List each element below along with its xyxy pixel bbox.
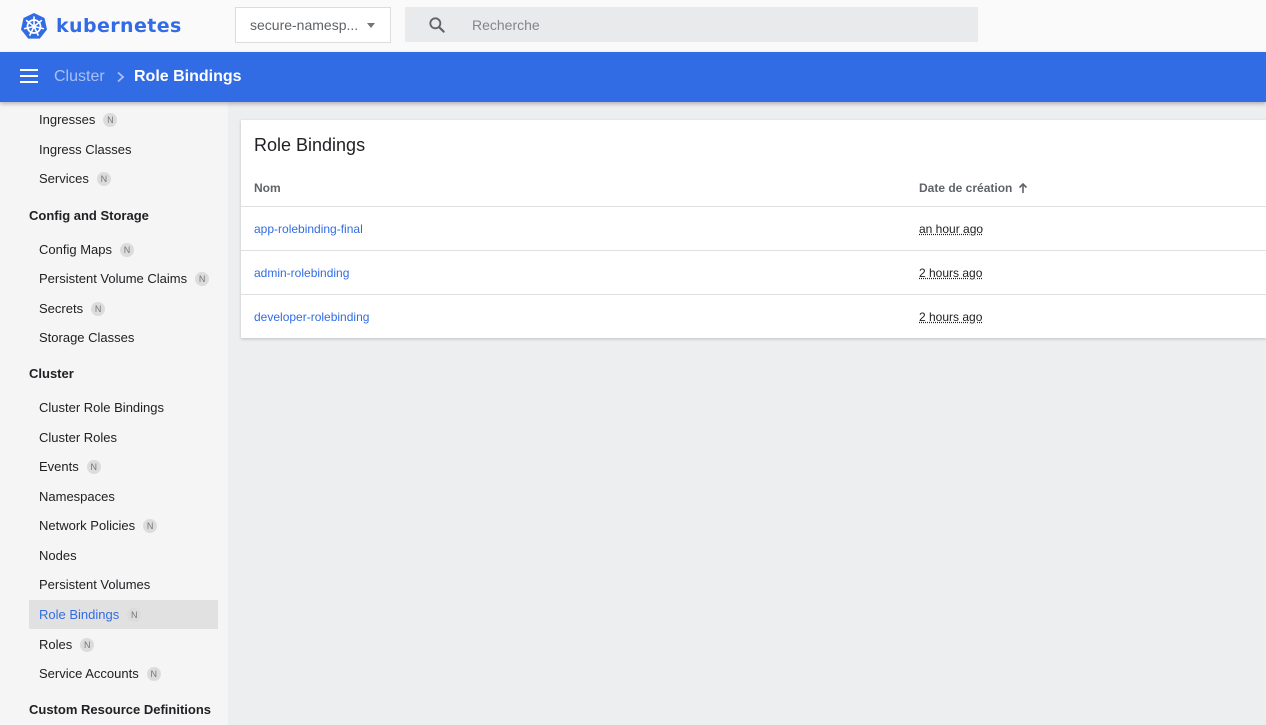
sidebar-item-label: Role Bindings xyxy=(39,607,120,622)
sidebar-item-role-bindings[interactable]: Role Bindings N xyxy=(29,600,218,629)
created-time: 2 hours ago xyxy=(919,310,983,324)
dropdown-caret-icon xyxy=(367,23,375,28)
top-bar: kubernetes secure-namesp... xyxy=(0,0,1266,52)
sidebar-item-services[interactable]: Services N xyxy=(29,164,218,193)
sidebar-item-service-accounts[interactable]: Service Accounts N xyxy=(29,659,218,688)
app-name: kubernetes xyxy=(56,15,182,37)
namespaced-badge: N xyxy=(80,637,95,652)
sort-arrow-up-icon[interactable] xyxy=(1017,182,1029,194)
sidebar-item-ingress-classes[interactable]: Ingress Classes xyxy=(29,135,218,164)
table-row: developer-rolebinding 2 hours ago xyxy=(241,294,1266,338)
created-time: an hour ago xyxy=(919,222,984,236)
table-row: app-rolebinding-final an hour ago xyxy=(241,206,1266,250)
sidebar-item-label: Persistent Volume Claims xyxy=(39,271,188,286)
namespace-select-value: secure-namesp... xyxy=(250,17,359,33)
sidebar-item-config-maps[interactable]: Config Maps N xyxy=(29,235,218,264)
sidebar-item-label: Namespaces xyxy=(39,489,115,504)
sidebar-item-label: Persistent Volumes xyxy=(39,577,151,592)
sidebar-item-label: Cluster Roles xyxy=(39,430,118,445)
namespaced-badge: N xyxy=(127,607,142,622)
breadcrumb-current: Role Bindings xyxy=(134,68,242,85)
menu-icon[interactable] xyxy=(20,69,38,83)
namespaced-badge: N xyxy=(119,242,134,257)
column-header-name[interactable]: Nom xyxy=(254,181,281,195)
sidebar-item-label: Cluster Role Bindings xyxy=(39,400,165,415)
sidebar-item-label: Config Maps xyxy=(39,242,112,257)
sidebar-item-ingresses[interactable]: Ingresses N xyxy=(29,105,218,134)
toolbar: Cluster Role Bindings xyxy=(0,52,1266,102)
namespaced-badge: N xyxy=(103,112,118,127)
search-icon xyxy=(429,16,445,33)
namespaced-badge: N xyxy=(146,666,161,681)
sidebar-item-label: Network Policies xyxy=(39,518,136,533)
sidebar-item-cluster-role-bindings[interactable]: Cluster Role Bindings xyxy=(29,393,218,422)
role-binding-link[interactable]: admin-rolebinding xyxy=(254,266,349,280)
sidebar-item-label: Roles xyxy=(39,637,73,652)
breadcrumb-cluster[interactable]: Cluster xyxy=(54,68,105,86)
sidebar: Ingresses N Ingress Classes Services N Con… xyxy=(0,102,228,725)
search-bar[interactable] xyxy=(405,7,978,42)
card-title: Role Bindings xyxy=(254,135,366,155)
sidebar-group-cluster: Cluster xyxy=(29,366,74,381)
column-header-created[interactable]: Date de création xyxy=(919,181,1029,195)
sidebar-group-config-storage: Config and Storage xyxy=(29,208,149,223)
sidebar-item-label: Secrets xyxy=(39,301,84,316)
sidebar-item-label: Ingresses xyxy=(39,112,96,127)
table-row: admin-rolebinding 2 hours ago xyxy=(241,250,1266,294)
search-input[interactable] xyxy=(472,16,952,33)
namespaced-badge: N xyxy=(96,171,111,186)
namespaced-badge: N xyxy=(143,518,158,533)
namespaced-badge: N xyxy=(86,459,101,474)
sidebar-item-label: Events xyxy=(39,459,79,474)
sidebar-item-network-policies[interactable]: Network Policies N xyxy=(29,511,218,540)
sidebar-item-nodes[interactable]: Nodes xyxy=(29,541,218,570)
namespace-select[interactable]: secure-namesp... xyxy=(235,7,391,43)
sidebar-group-custom-resource-definitions: Custom Resource Definitions xyxy=(29,702,212,717)
sidebar-item-events[interactable]: Events N xyxy=(29,452,218,481)
sidebar-item-label: Ingress Classes xyxy=(39,142,132,157)
sidebar-item-cluster-roles[interactable]: Cluster Roles xyxy=(29,423,218,452)
namespaced-badge: N xyxy=(91,301,106,316)
kubernetes-helm-icon xyxy=(21,13,47,39)
column-header-created-label: Date de création xyxy=(919,181,1013,195)
sidebar-item-namespaces[interactable]: Namespaces xyxy=(29,482,218,511)
chevron-right-icon xyxy=(117,71,125,83)
sidebar-item-persistent-volumes[interactable]: Persistent Volumes xyxy=(29,570,218,599)
sidebar-item-label: Nodes xyxy=(39,548,77,563)
namespaced-badge: N xyxy=(195,271,210,286)
sidebar-item-roles[interactable]: Roles N xyxy=(29,630,218,659)
kubernetes-logo[interactable]: kubernetes xyxy=(20,11,182,41)
role-binding-link[interactable]: developer-rolebinding xyxy=(254,310,369,324)
sidebar-item-label: Services xyxy=(39,171,89,186)
created-time: 2 hours ago xyxy=(919,266,983,280)
role-bindings-card: Role Bindings Nom Date de création app-r… xyxy=(241,120,1266,338)
sidebar-item-persistent-volume-claims[interactable]: Persistent Volume Claims N xyxy=(29,264,218,293)
sidebar-item-secrets[interactable]: Secrets N xyxy=(29,294,218,323)
sidebar-item-storage-classes[interactable]: Storage Classes xyxy=(29,323,218,352)
role-binding-link[interactable]: app-rolebinding-final xyxy=(254,222,363,236)
sidebar-item-label: Storage Classes xyxy=(39,330,135,345)
sidebar-item-label: Service Accounts xyxy=(39,666,139,681)
